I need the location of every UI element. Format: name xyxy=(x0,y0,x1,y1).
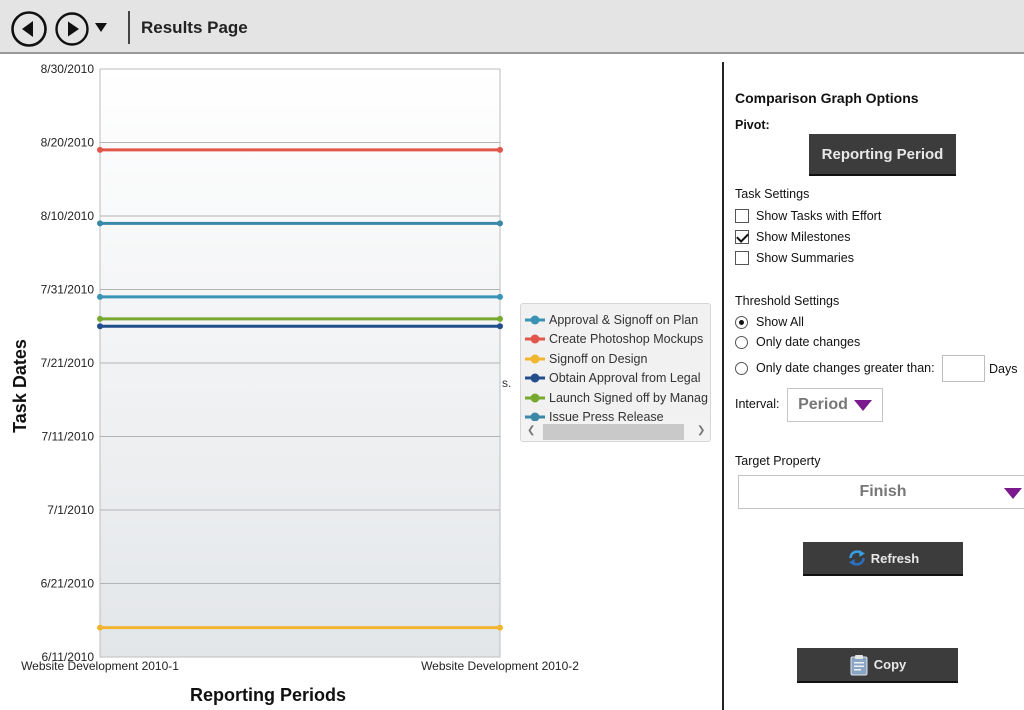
scrollbar-thumb[interactable] xyxy=(543,424,684,440)
data-point[interactable] xyxy=(497,293,503,300)
checkbox-label: Show Milestones xyxy=(756,230,851,244)
radio-button[interactable] xyxy=(735,315,748,329)
checkbox-box[interactable] xyxy=(735,230,749,244)
clipboard-icon xyxy=(850,654,868,675)
legend-label: Signoff on Design xyxy=(549,351,648,366)
x-axis-title: Reporting Periods xyxy=(190,685,346,705)
data-point[interactable] xyxy=(497,146,503,153)
only-date-changes-greater-radio[interactable]: Only date changes greater than: xyxy=(735,359,935,377)
pivot-button[interactable]: Reporting Period xyxy=(809,134,956,174)
threshold-settings-label: Threshold Settings xyxy=(735,294,840,308)
y-tick-label: 6/21/2010 xyxy=(41,577,95,591)
target-property-select[interactable]: Finish xyxy=(738,475,1024,509)
radio-label: Show All xyxy=(756,315,804,329)
radio-label: Only date changes greater than: xyxy=(756,361,935,375)
y-tick-label: 7/11/2010 xyxy=(42,430,95,444)
legend-label: Approval & Signoff on Plan xyxy=(549,312,699,327)
radio-label: Only date changes xyxy=(756,335,861,349)
legend-swatch-icon xyxy=(525,373,545,383)
options-heading: Comparison Graph Options xyxy=(735,90,919,106)
legend-item[interactable]: Signoff on Design xyxy=(525,349,710,368)
target-property-label: Target Property xyxy=(735,454,821,468)
checkbox-box[interactable] xyxy=(735,251,749,265)
checkbox-box[interactable] xyxy=(735,209,749,223)
refresh-label: Refresh xyxy=(870,550,920,566)
show-all-radio[interactable]: Show All xyxy=(735,313,804,331)
y-tick-label: 7/21/2010 xyxy=(41,356,95,370)
legend-horizontal-scrollbar[interactable]: ❮ ❯ xyxy=(521,421,710,441)
only-date-changes-radio[interactable]: Only date changes xyxy=(735,333,860,351)
legend-label: Create Photoshop Mockups xyxy=(549,332,704,346)
legend-label: Launch Signed off by Manag xyxy=(549,390,708,405)
show-milestones-checkbox[interactable]: Show Milestones xyxy=(735,228,851,246)
chevron-down-icon[interactable] xyxy=(94,22,108,34)
scroll-left-icon[interactable]: ❮ xyxy=(527,425,535,436)
radio-button[interactable] xyxy=(735,335,748,349)
legend-item[interactable]: Launch Signed off by Manag xyxy=(525,388,710,407)
toolbar: Results Page xyxy=(0,0,1024,54)
y-tick-label: 8/30/2010 xyxy=(41,62,95,76)
legend-item[interactable]: Obtain Approval from Legal xyxy=(525,369,710,388)
refresh-icon xyxy=(848,550,865,566)
data-point[interactable] xyxy=(97,323,103,330)
y-axis-title: Task Dates xyxy=(10,339,30,433)
dropdown-triangle-icon xyxy=(1004,488,1022,499)
show-summaries-checkbox[interactable]: Show Summaries xyxy=(735,249,854,267)
interval-selected-value: Period xyxy=(798,396,848,413)
comparison-options-panel: Comparison Graph Options Pivot: Reportin… xyxy=(724,56,1024,710)
back-arrow-icon[interactable] xyxy=(11,11,47,47)
legend-swatch-icon xyxy=(525,334,545,344)
interval-label: Interval: xyxy=(735,397,780,411)
legend-swatch-icon xyxy=(525,354,545,363)
data-point[interactable] xyxy=(497,323,503,330)
y-tick-label: 8/10/2010 xyxy=(41,209,95,223)
clipped-chart-text: s. xyxy=(502,376,512,390)
data-point[interactable] xyxy=(497,220,503,227)
target-property-value: Finish xyxy=(859,483,907,500)
show-tasks-with-effort-checkbox[interactable]: Show Tasks with Effort xyxy=(735,207,881,225)
x-tick-label: Website Development 2010-1 xyxy=(21,659,179,673)
pivot-label: Pivot: xyxy=(735,118,770,132)
y-tick-label: 8/20/2010 xyxy=(41,136,95,150)
interval-select[interactable]: Period xyxy=(787,388,883,422)
copy-button[interactable]: Copy xyxy=(797,648,958,681)
scroll-right-icon[interactable]: ❯ xyxy=(697,425,705,436)
data-point[interactable] xyxy=(97,146,103,153)
days-label: Days xyxy=(989,362,1018,376)
data-point[interactable] xyxy=(97,315,103,322)
x-tick-label: Website Development 2010-2 xyxy=(421,659,579,673)
legend-swatch-icon xyxy=(525,393,545,402)
legend-swatch-icon xyxy=(525,315,545,324)
data-point[interactable] xyxy=(497,624,503,631)
y-tick-label: 7/1/2010 xyxy=(47,503,94,517)
data-point[interactable] xyxy=(497,315,503,322)
forward-arrow-icon[interactable] xyxy=(55,12,89,46)
data-point[interactable] xyxy=(97,220,103,227)
toolbar-divider xyxy=(128,11,130,44)
comparison-chart-area: 8/30/2010 8/20/2010 8/10/2010 7/31/2010 7/21… xyxy=(0,56,722,710)
page-title: Results Page xyxy=(141,18,248,37)
checkbox-label: Show Summaries xyxy=(756,251,854,265)
legend-label: Obtain Approval from Legal xyxy=(549,371,701,385)
data-point[interactable] xyxy=(97,624,103,631)
radio-button[interactable] xyxy=(735,361,748,375)
task-settings-label: Task Settings xyxy=(735,187,810,201)
days-threshold-input[interactable] xyxy=(942,355,985,382)
copy-label: Copy xyxy=(873,657,907,672)
y-tick-label: 7/31/2010 xyxy=(41,283,95,297)
checkbox-label: Show Tasks with Effort xyxy=(756,209,882,223)
refresh-button[interactable]: Refresh xyxy=(803,542,963,574)
data-point[interactable] xyxy=(97,293,103,300)
chart-legend: Approval & Signoff on Plan Create Photosh… xyxy=(520,303,711,442)
dropdown-triangle-icon xyxy=(853,399,872,411)
legend-item[interactable]: Create Photoshop Mockups xyxy=(525,330,710,349)
legend-item[interactable]: Approval & Signoff on Plan xyxy=(525,310,710,329)
